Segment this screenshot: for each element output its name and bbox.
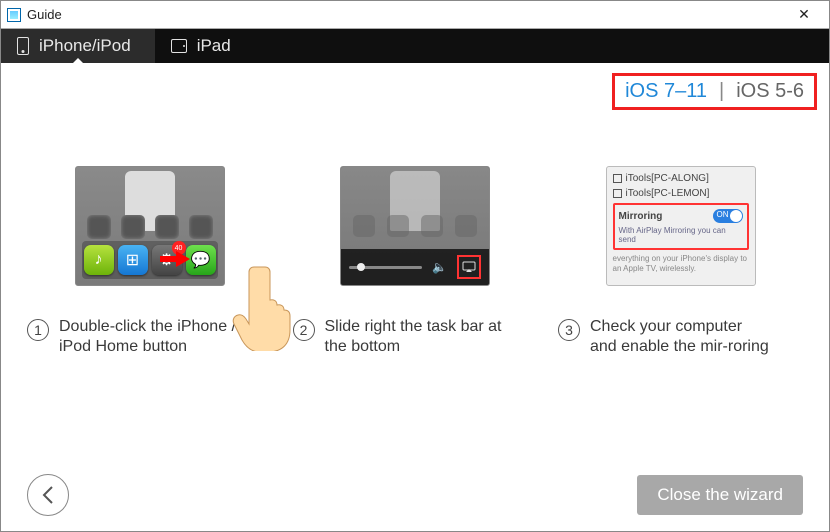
back-button[interactable] bbox=[27, 474, 69, 516]
footer: Close the wizard bbox=[1, 459, 829, 531]
guide-window: Guide ✕ iPhone/iPod iPad iOS 7–11 | iOS … bbox=[0, 0, 830, 532]
close-wizard-button[interactable]: Close the wizard bbox=[637, 475, 803, 515]
brightness-slider bbox=[349, 266, 422, 269]
dock-app-qqmusic: ♪ bbox=[84, 245, 114, 275]
volume-icon: 🔈 bbox=[432, 260, 447, 274]
titlebar: Guide ✕ bbox=[1, 1, 829, 29]
iphone-taskbar-mock: 🔈 bbox=[340, 166, 490, 286]
step-number: 1 bbox=[27, 319, 49, 341]
tab-label: iPad bbox=[197, 36, 231, 56]
step-number: 3 bbox=[558, 319, 580, 341]
step-2-image: 🔈 bbox=[293, 141, 538, 311]
app-icon bbox=[7, 8, 21, 22]
panel-footer-text: everything on your iPhone's display to a… bbox=[613, 254, 749, 273]
ios-5-6-link[interactable]: iOS 5-6 bbox=[736, 80, 804, 103]
window-title: Guide bbox=[27, 7, 62, 22]
ipad-icon bbox=[171, 39, 187, 53]
step-3: iTools[PC-ALONG] iTools[PC-LEMON] Mirror… bbox=[558, 141, 803, 357]
pointing-hand-icon bbox=[232, 261, 302, 351]
mirroring-label: Mirroring bbox=[619, 211, 663, 222]
step-caption: Check your computer and enable the mir-r… bbox=[590, 317, 770, 357]
window-close-button[interactable]: ✕ bbox=[785, 4, 823, 26]
app-icon-small bbox=[87, 215, 111, 239]
version-separator: | bbox=[719, 80, 724, 103]
airplay-panel-mock: iTools[PC-ALONG] iTools[PC-LEMON] Mirror… bbox=[606, 166, 756, 286]
step-1-image: ♪ ⊞ ⚙40 💬 bbox=[27, 141, 272, 311]
dock-app-wechat: 💬 bbox=[186, 245, 216, 275]
mirroring-hint: With AirPlay Mirroring you can send bbox=[619, 226, 743, 244]
content-area: iOS 7–11 | iOS 5-6 bbox=[1, 63, 829, 459]
step-2: 🔈 2 Slide right the task bar at the bott… bbox=[293, 141, 538, 357]
device-name: iTools[PC-LEMON] bbox=[626, 188, 710, 199]
airplay-icon bbox=[457, 255, 481, 279]
ios-7-11-link[interactable]: iOS 7–11 bbox=[625, 80, 707, 103]
step-caption: Double-click the iPhone / iPod Home butt… bbox=[59, 317, 239, 357]
tab-label: iPhone/iPod bbox=[39, 36, 131, 56]
tab-ipad[interactable]: iPad bbox=[155, 29, 255, 63]
mirroring-highlight: Mirroring With AirPlay Mirroring you can… bbox=[613, 203, 749, 250]
ios-version-selector: iOS 7–11 | iOS 5-6 bbox=[612, 73, 817, 110]
app-icon-small bbox=[121, 215, 145, 239]
checkbox-icon bbox=[613, 174, 622, 183]
step-3-image: iTools[PC-ALONG] iTools[PC-LEMON] Mirror… bbox=[558, 141, 803, 311]
step-caption: Slide right the task bar at the bottom bbox=[325, 317, 505, 357]
iphone-icon bbox=[17, 37, 29, 55]
chevron-left-icon bbox=[41, 486, 55, 504]
mirroring-toggle-on bbox=[713, 209, 743, 223]
app-icon-small bbox=[155, 215, 179, 239]
steps-row: ♪ ⊞ ⚙40 💬 1 Double-click the iPhone / iP… bbox=[27, 141, 803, 357]
swipe-arrow-icon bbox=[176, 251, 190, 267]
app-icon-small bbox=[189, 215, 213, 239]
device-tabbar: iPhone/iPod iPad bbox=[1, 29, 829, 63]
checkbox-icon bbox=[613, 189, 622, 198]
step-1: ♪ ⊞ ⚙40 💬 1 Double-click the iPhone / iP… bbox=[27, 141, 272, 357]
dock: ♪ ⊞ ⚙40 💬 bbox=[82, 241, 218, 279]
control-bar: 🔈 bbox=[341, 249, 489, 285]
device-name: iTools[PC-ALONG] bbox=[626, 173, 709, 184]
tab-iphone-ipod[interactable]: iPhone/iPod bbox=[1, 29, 155, 63]
dock-app-itools: ⊞ bbox=[118, 245, 148, 275]
iphone-homescreen-mock: ♪ ⊞ ⚙40 💬 bbox=[75, 166, 225, 286]
